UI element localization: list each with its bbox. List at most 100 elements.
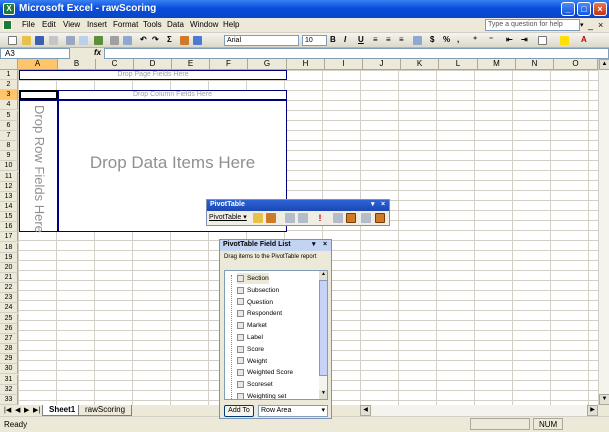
column-header-i[interactable]: I — [325, 59, 363, 70]
hide-detail-icon[interactable] — [285, 213, 295, 223]
field-item[interactable]: Respondent — [237, 308, 282, 319]
field-item[interactable]: Section — [237, 273, 269, 284]
last-sheet-icon[interactable]: ▶| — [33, 406, 40, 414]
vertical-scrollbar[interactable]: ▲ ▼ — [598, 59, 609, 405]
field-item[interactable]: Question — [237, 297, 273, 308]
row-header-3[interactable]: 3 — [0, 90, 18, 101]
row-header-20[interactable]: 20 — [0, 262, 18, 273]
drop-column-fields-zone[interactable]: Drop Column Fields Here — [58, 90, 287, 100]
row-header-31[interactable]: 31 — [0, 374, 18, 385]
close-button[interactable]: × — [593, 2, 607, 16]
menu-view[interactable]: View — [63, 20, 80, 29]
align-right-icon[interactable]: ≡ — [399, 35, 404, 44]
field-list-scrollbar[interactable]: ▲ ▼ — [319, 271, 327, 399]
comma-style-icon[interactable]: , — [457, 35, 459, 44]
field-item[interactable]: Scoreset — [237, 379, 273, 390]
row-header-15[interactable]: 15 — [0, 212, 18, 223]
redo-icon[interactable]: ↷ — [152, 35, 159, 44]
drop-row-fields-zone[interactable]: Drop Row Fields Here — [19, 100, 58, 233]
merge-center-icon[interactable] — [413, 36, 422, 45]
name-box[interactable]: A3 — [0, 48, 70, 59]
row-header-10[interactable]: 10 — [0, 161, 18, 172]
field-list-options-icon[interactable]: ▾ — [312, 240, 316, 250]
field-list-close-icon[interactable]: × — [323, 240, 327, 250]
scroll-left-icon[interactable]: ◀ — [360, 405, 371, 416]
row-header-21[interactable]: 21 — [0, 273, 18, 283]
active-cell[interactable] — [19, 90, 58, 100]
chart-wizard-icon[interactable] — [180, 36, 189, 45]
decrease-decimal-icon[interactable]: ⁻ — [489, 35, 493, 44]
row-header-25[interactable]: 25 — [0, 313, 18, 324]
align-center-icon[interactable]: ≡ — [386, 35, 391, 44]
row-header-32[interactable]: 32 — [0, 384, 18, 395]
increase-decimal-icon[interactable]: ⁺ — [473, 35, 477, 44]
column-header-g[interactable]: G — [248, 59, 287, 70]
row-header-18[interactable]: 18 — [0, 242, 18, 253]
save-icon[interactable] — [35, 36, 44, 45]
add-to-button[interactable]: Add To — [224, 405, 254, 417]
italic-button[interactable]: I — [344, 35, 346, 44]
column-header-n[interactable]: N — [516, 59, 554, 70]
field-scroll-down-icon[interactable]: ▼ — [319, 390, 327, 399]
borders-icon[interactable] — [538, 36, 547, 45]
toolbar-close-icon[interactable]: × — [381, 200, 385, 210]
column-header-k[interactable]: K — [401, 59, 439, 70]
column-header-m[interactable]: M — [478, 59, 516, 70]
menu-data[interactable]: Data — [167, 20, 184, 29]
show-detail-icon[interactable] — [298, 213, 308, 223]
horizontal-scrollbar[interactable]: ◀ ▶ — [360, 405, 598, 416]
copy-icon[interactable] — [123, 36, 132, 45]
field-listbox[interactable]: Section Subsection Question Respondent Marke… — [224, 270, 328, 400]
print-icon[interactable] — [66, 36, 75, 45]
column-header-d[interactable]: D — [134, 59, 172, 70]
menu-format[interactable]: Format — [113, 20, 138, 29]
percent-button[interactable]: % — [443, 35, 450, 44]
align-left-icon[interactable]: ≡ — [373, 35, 378, 44]
workbook-minimize-icon[interactable]: _ — [588, 20, 593, 30]
new-icon[interactable] — [8, 36, 17, 45]
font-color-icon[interactable]: A — [581, 35, 587, 44]
font-name-select[interactable]: Arial — [224, 35, 299, 46]
help-dropdown-icon[interactable]: ▾ — [580, 21, 584, 29]
row-header-2[interactable]: 2 — [0, 80, 18, 91]
row-header-16[interactable]: 16 — [0, 222, 18, 233]
row-header-5[interactable]: 5 — [0, 110, 18, 121]
font-size-select[interactable]: 10 — [302, 35, 327, 46]
first-sheet-icon[interactable]: |◀ — [4, 406, 11, 414]
row-header-14[interactable]: 14 — [0, 201, 18, 212]
menu-window[interactable]: Window — [190, 20, 218, 29]
drop-page-fields-zone[interactable]: Drop Page Fields Here — [19, 70, 287, 80]
row-header-9[interactable]: 9 — [0, 151, 18, 162]
column-header-o[interactable]: O — [554, 59, 598, 70]
field-item[interactable]: Score — [237, 344, 264, 355]
column-header-e[interactable]: E — [172, 59, 210, 70]
decrease-indent-icon[interactable]: ⇤ — [506, 35, 513, 44]
select-all-corner[interactable] — [0, 59, 18, 70]
field-item[interactable]: Market — [237, 320, 267, 331]
fill-color-icon[interactable] — [560, 36, 569, 45]
bold-button[interactable]: B — [330, 35, 336, 44]
underline-button[interactable]: U — [358, 35, 364, 44]
column-header-a[interactable]: A — [18, 59, 58, 70]
pivottable-toolbar-title[interactable]: PivotTable ▾ × — [207, 200, 389, 211]
field-list-title-bar[interactable]: PivotTable Field List ▾ × — [220, 240, 331, 251]
column-header-l[interactable]: L — [439, 59, 478, 70]
excel-app-icon[interactable]: X — [3, 3, 15, 15]
format-report-icon[interactable] — [253, 213, 263, 223]
row-header-23[interactable]: 23 — [0, 293, 18, 304]
always-display-items-icon[interactable] — [346, 213, 356, 223]
print-preview-icon[interactable] — [79, 36, 88, 45]
row-header-6[interactable]: 6 — [0, 120, 18, 131]
menu-help[interactable]: Help — [223, 20, 239, 29]
field-item[interactable]: Weight — [237, 356, 267, 367]
toolbar-options-icon[interactable]: ▾ — [371, 200, 375, 210]
row-header-26[interactable]: 26 — [0, 323, 18, 334]
open-icon[interactable] — [22, 36, 31, 45]
include-hidden-items-icon[interactable] — [333, 213, 343, 223]
row-header-19[interactable]: 19 — [0, 252, 18, 263]
help-search-input[interactable]: Type a question for help — [485, 19, 580, 31]
row-header-33[interactable]: 33 — [0, 394, 18, 405]
minimize-button[interactable]: _ — [561, 2, 575, 16]
row-header-30[interactable]: 30 — [0, 364, 18, 375]
cut-icon[interactable] — [110, 36, 119, 45]
